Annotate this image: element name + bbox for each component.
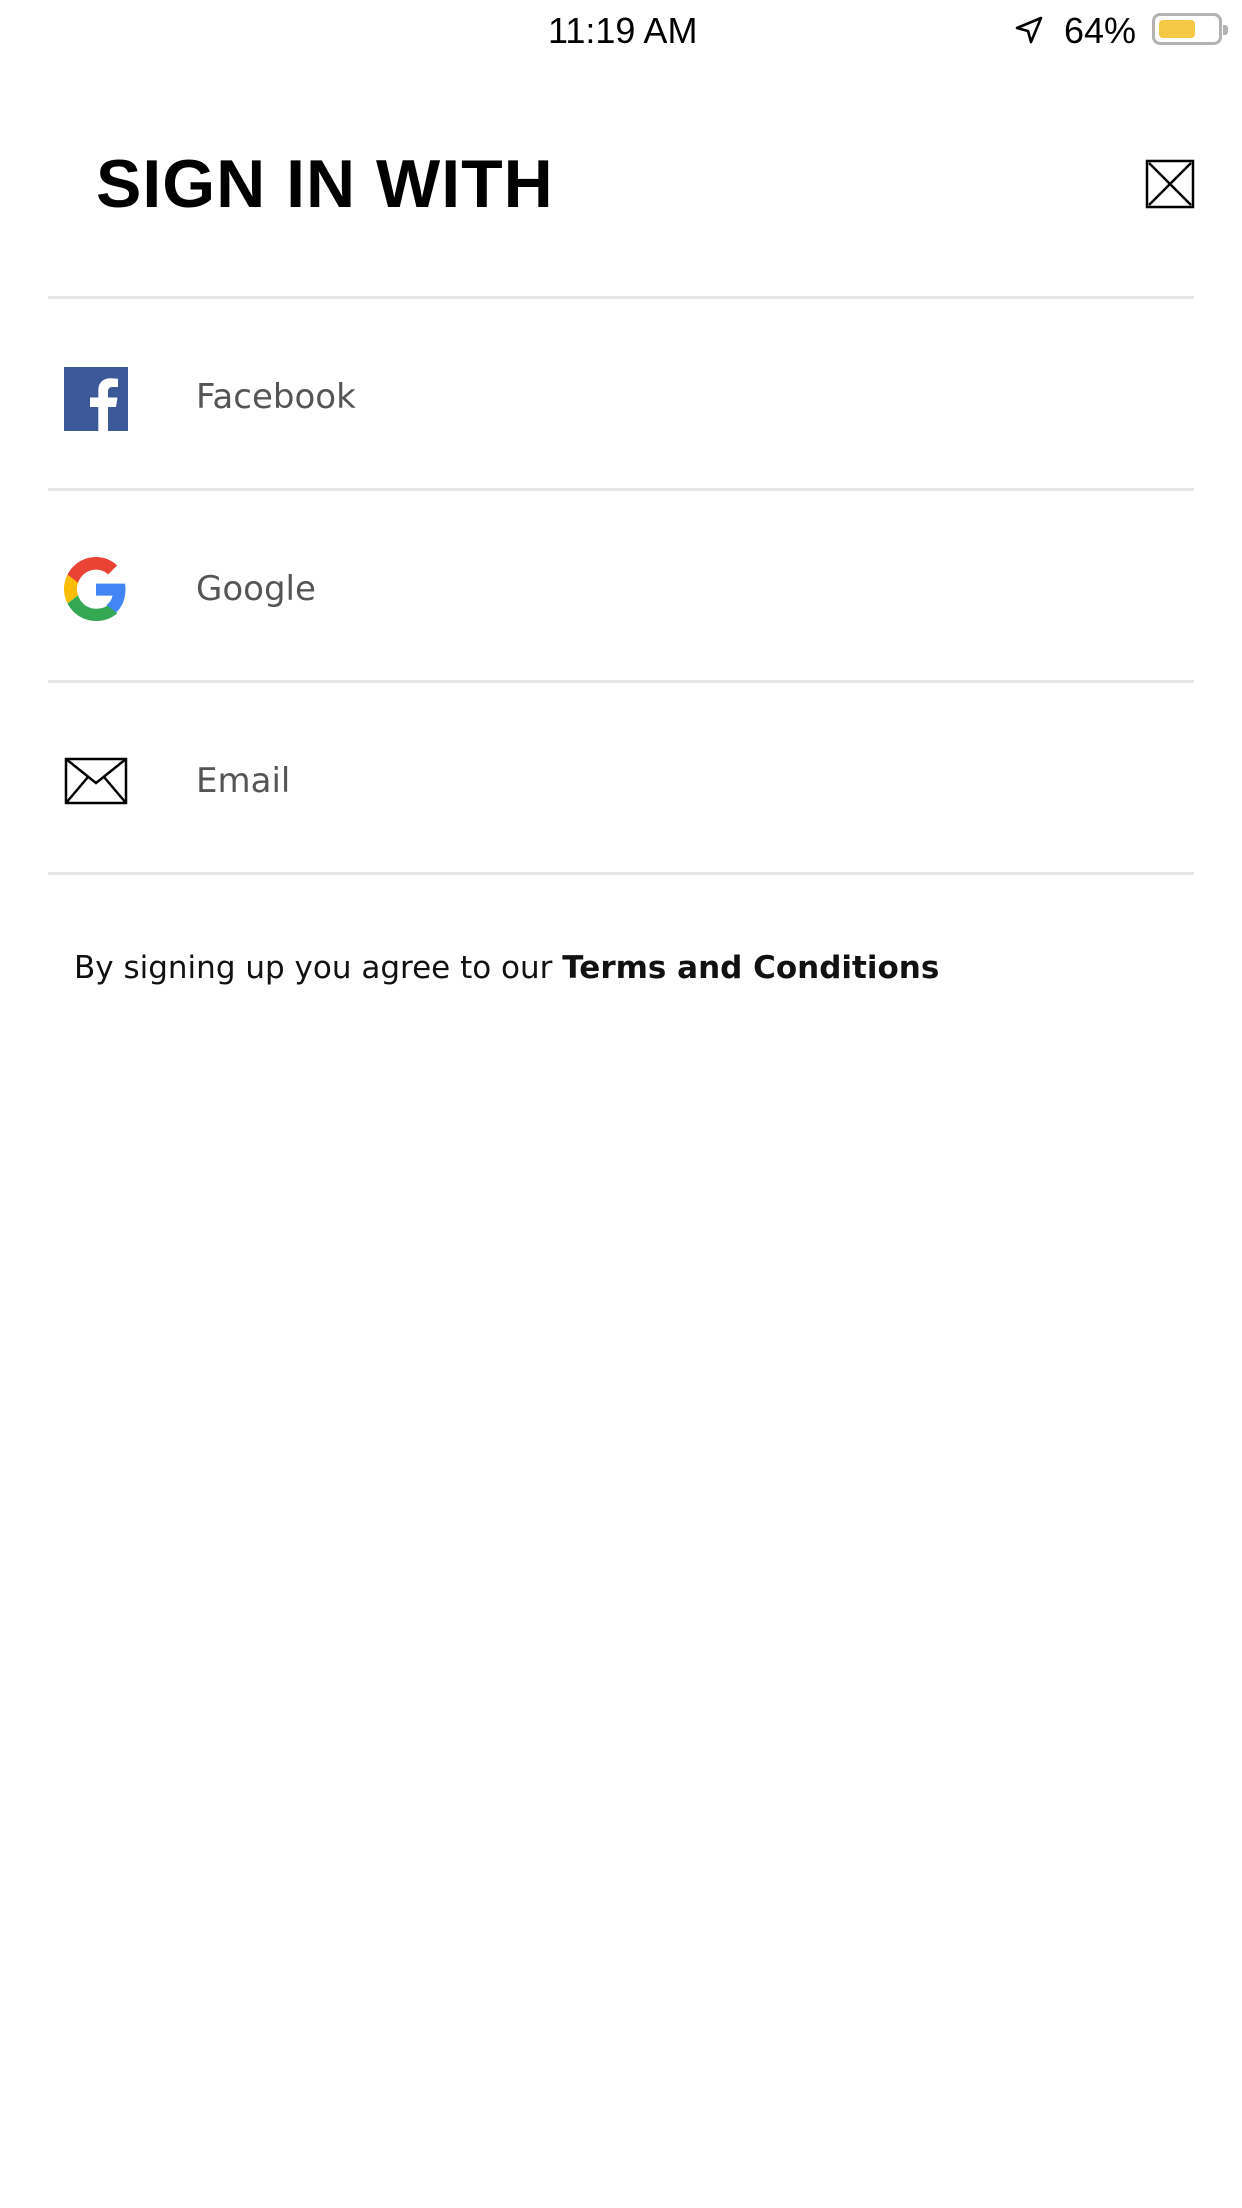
email-sign-in-option[interactable]: Email <box>48 683 1194 873</box>
battery-icon <box>1152 13 1228 45</box>
terms-notice: By signing up you agree to our Terms and… <box>74 950 939 986</box>
terms-and-conditions-link[interactable]: Terms and Conditions <box>562 950 939 986</box>
battery-nub <box>1223 25 1228 35</box>
google-label: Google <box>196 569 316 609</box>
google-sign-in-option[interactable]: Google <box>48 491 1194 681</box>
facebook-label: Facebook <box>196 377 356 417</box>
location-arrow-icon <box>1013 14 1045 46</box>
battery-fill <box>1159 20 1195 38</box>
divider <box>48 872 1194 875</box>
status-bar: 11:19 AM 64% <box>0 0 1242 54</box>
terms-prefix: By signing up you agree to our <box>74 950 563 986</box>
close-icon <box>1145 159 1195 209</box>
status-time: 11:19 AM <box>548 10 698 51</box>
google-icon <box>64 557 128 621</box>
battery-percent: 64% <box>1064 10 1137 51</box>
email-label: Email <box>196 761 291 801</box>
close-button[interactable] <box>1144 158 1196 210</box>
sign-in-screen: 11:19 AM 64% SIGN IN WITH Facebook Googl… <box>0 0 1242 2208</box>
facebook-sign-in-option[interactable]: Facebook <box>48 299 1194 489</box>
facebook-icon <box>64 367 128 431</box>
email-icon <box>64 757 128 805</box>
page-title: SIGN IN WITH <box>96 146 554 222</box>
